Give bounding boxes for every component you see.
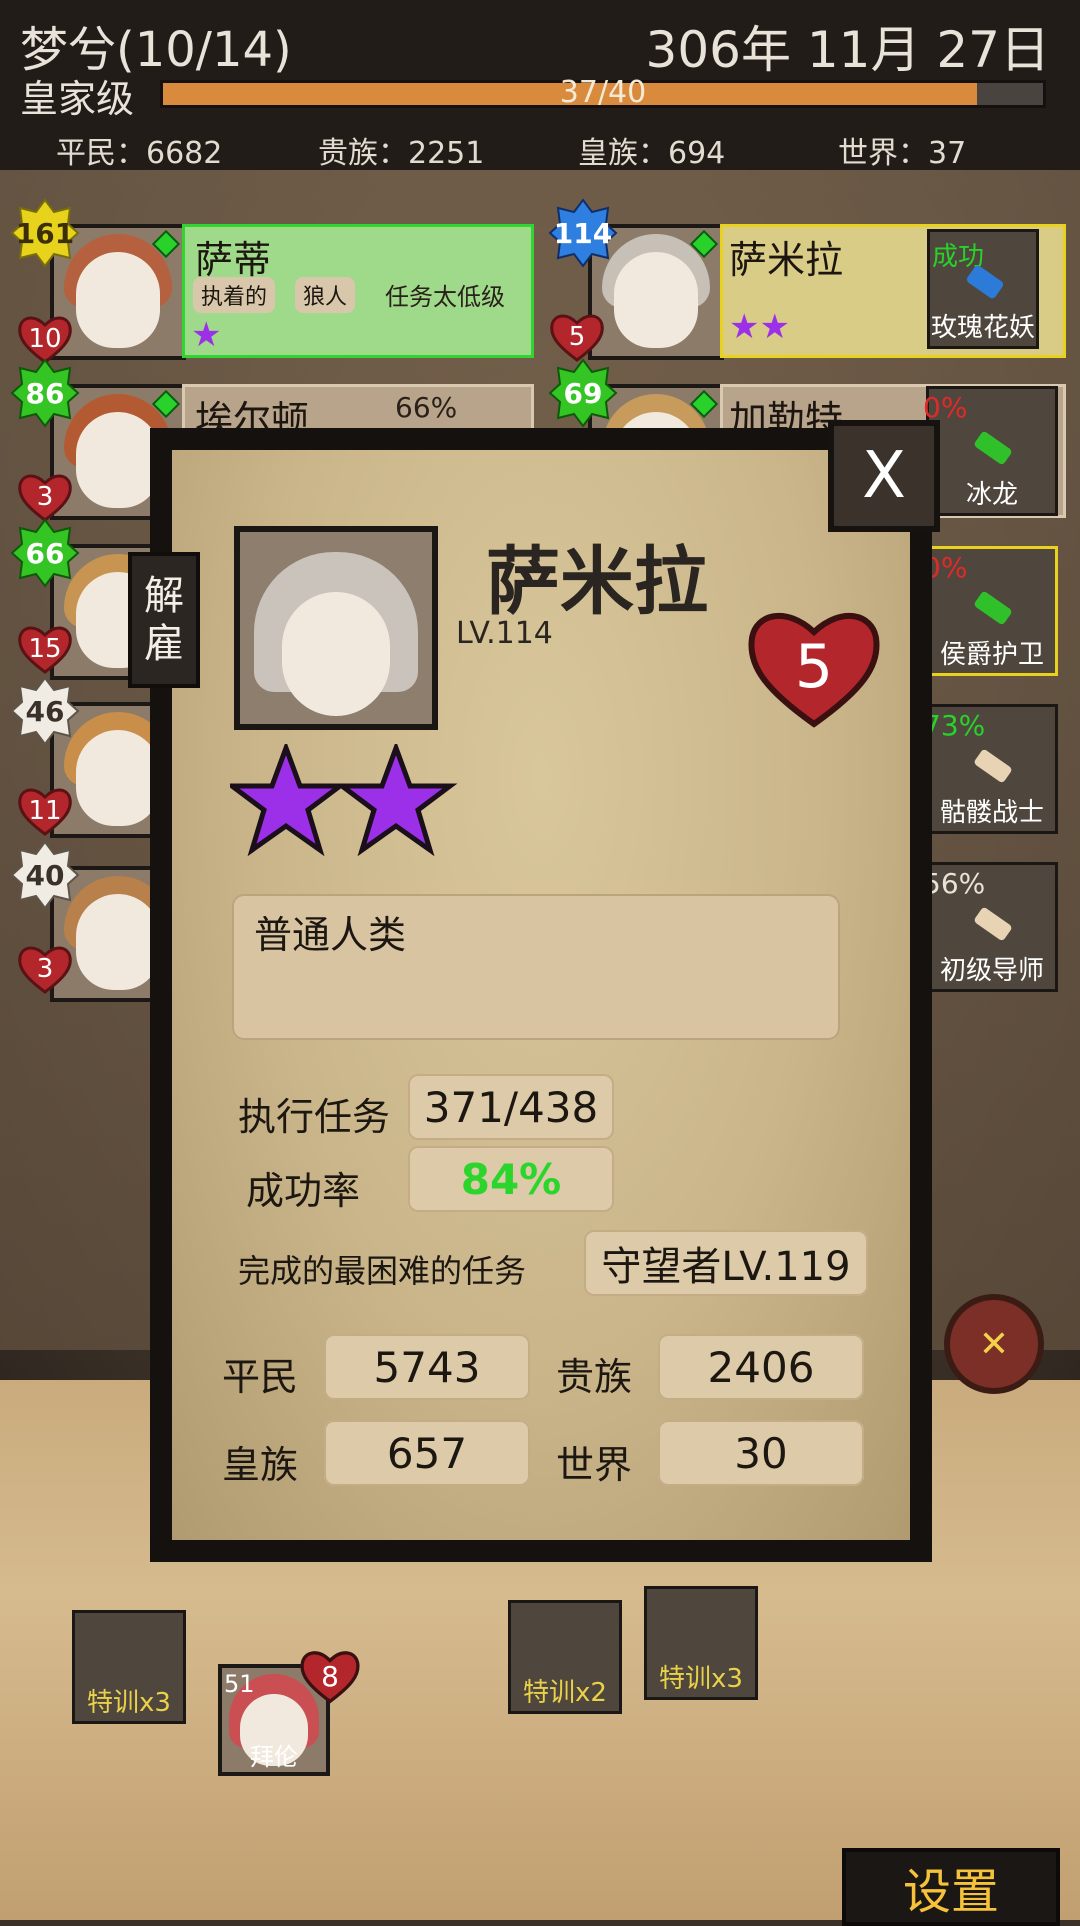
heart-icon: 11	[16, 784, 74, 838]
success-rate-label: 成功率	[246, 1169, 361, 1213]
recruit-name: 拜伦	[250, 1743, 298, 1771]
description-text: 普通人类	[254, 913, 407, 957]
quest-slot-marquis-guard[interactable]: 0% 侯爵护卫	[923, 546, 1058, 676]
adventurer-name: 萨米拉	[729, 238, 844, 282]
quest-progress: 73%	[923, 709, 986, 742]
adventurer-level: LV.114	[456, 616, 553, 651]
adventurer-name: 萨蒂	[195, 238, 272, 282]
training-slot[interactable]: 特训x3	[72, 1610, 186, 1724]
close-button[interactable]: X	[828, 420, 940, 532]
success-rate-value: 84%	[408, 1146, 614, 1212]
heart-icon: 15	[16, 622, 74, 676]
dismiss-label: 解雇	[144, 573, 184, 667]
star-icon	[230, 744, 348, 857]
star-icon	[334, 744, 458, 857]
adventurer-name-title: 萨米拉	[486, 539, 708, 625]
heart-icon: 5	[744, 602, 884, 732]
settings-button[interactable]: 设置	[842, 1848, 1060, 1926]
adventurer-hearts: 5	[794, 632, 834, 702]
star-icon: ★★	[729, 307, 790, 347]
tier-value: 2406	[658, 1334, 864, 1400]
quest-name: 玫瑰花妖	[930, 313, 1035, 343]
xp-progress-text: 37/40	[559, 75, 647, 110]
xp-progress-bar: 37/40	[160, 75, 1046, 110]
quest-progress: 56%	[923, 867, 986, 900]
scroll-icon	[973, 590, 1013, 626]
quest-slot[interactable]: 成功 玫瑰花妖	[927, 229, 1039, 349]
adventurer-card-panel: 萨米拉 ★★ 成功 玫瑰花妖	[720, 224, 1066, 358]
quest-slot-ice-dragon[interactable]: 0% 冰龙	[923, 386, 1058, 516]
heart-icon: 8	[298, 1646, 362, 1706]
level-badge: 114	[548, 198, 618, 268]
stat-nobles: 贵族：2251	[318, 136, 485, 171]
trait-tag: 狼人	[295, 277, 356, 313]
tier-value: 5743	[324, 1334, 530, 1400]
stat-commoners: 平民：6682	[56, 136, 223, 171]
quest-slot-novice-mentor[interactable]: 56% 初级导师	[923, 862, 1058, 992]
tier-label: 平民	[222, 1355, 299, 1399]
training-slot[interactable]: 特训x3	[644, 1586, 758, 1700]
missions-label: 执行任务	[238, 1095, 391, 1139]
tier-label: 皇族	[222, 1443, 299, 1487]
population-stats: 平民：6682 贵族：2251 皇族：694 世界：37	[0, 128, 1080, 171]
adventurer-large-portrait	[234, 526, 438, 730]
quest-name: 冰龙	[965, 480, 1018, 510]
status-note: 任务太低级	[385, 283, 505, 311]
level-badge: 66	[10, 518, 80, 588]
training-label: 特训x3	[87, 1688, 171, 1718]
tier-value: 657	[324, 1420, 530, 1486]
skull-icon[interactable]: ✕	[944, 1294, 1044, 1394]
training-slot[interactable]: 特训x2	[508, 1600, 622, 1714]
dismiss-button[interactable]: 解雇	[128, 552, 200, 688]
tier-label: 贵族	[556, 1355, 633, 1399]
level-badge: 46	[10, 676, 80, 746]
tier-label: 世界	[556, 1443, 633, 1487]
quest-name: 骷髅战士	[939, 798, 1044, 828]
level-badge: 40	[10, 840, 80, 910]
description-box: 普通人类	[232, 894, 840, 1040]
heart-icon: 3	[16, 470, 74, 524]
top-header: 梦兮(10/14) 306年 11月 27日 皇家级 37/40 平民：6682…	[0, 0, 1080, 171]
quest-name: 侯爵护卫	[939, 640, 1044, 670]
training-label: 特训x3	[659, 1664, 743, 1694]
quest-slot-skeleton-warrior[interactable]: 73% 骷髅战士	[923, 704, 1058, 834]
star-icon: ★	[191, 315, 222, 355]
quest-progress: 66%	[395, 391, 458, 424]
level-badge: 86	[10, 358, 80, 428]
missions-value: 371/438	[408, 1074, 614, 1140]
game-date: 306年 11月 27日	[645, 21, 1050, 79]
stat-world: 世界：37	[838, 136, 967, 171]
hardest-quest-value: 守望者LV.119	[584, 1230, 868, 1296]
scroll-icon	[973, 430, 1013, 466]
tier-value: 30	[658, 1420, 864, 1486]
quest-name: 初级导师	[939, 956, 1044, 986]
scroll-icon	[973, 748, 1013, 784]
scroll-icon	[973, 906, 1013, 942]
level-badge: 161	[10, 198, 80, 268]
hardest-quest-label: 完成的最困难的任务	[238, 1252, 527, 1290]
guild-rank: 皇家级	[20, 77, 135, 121]
adventurer-card-panel: 萨蒂 执着的 狼人 任务太低级 ★	[182, 224, 534, 358]
training-label: 特训x2	[523, 1678, 607, 1708]
star-rating	[230, 744, 458, 857]
trait-tag: 执着的	[193, 277, 276, 313]
heart-icon: 5	[548, 310, 606, 364]
level-badge: 69	[548, 358, 618, 428]
recruit-level: 51	[224, 1670, 255, 1698]
heart-icon: 3	[16, 942, 74, 996]
stat-royals: 皇族：694	[578, 136, 726, 171]
